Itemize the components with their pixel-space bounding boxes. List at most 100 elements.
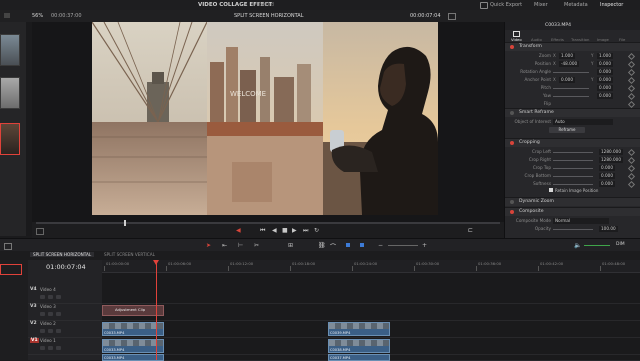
crop-value[interactable]: 0.000 bbox=[599, 181, 615, 187]
smart-reframe-section-header[interactable]: Smart Reframe bbox=[505, 108, 640, 117]
track-visibility-icon[interactable] bbox=[48, 329, 53, 333]
volume-icon[interactable]: 🔈 bbox=[574, 242, 581, 249]
snap-icon[interactable]: ⌒ bbox=[330, 242, 336, 251]
keyframe-icon[interactable] bbox=[627, 100, 636, 109]
export-icon[interactable] bbox=[480, 2, 488, 9]
match-frame-icon[interactable]: ⊏ bbox=[468, 227, 473, 234]
link-icon[interactable]: ⛓ bbox=[318, 242, 326, 249]
track-lock-icon[interactable] bbox=[40, 329, 45, 333]
media-thumbnail-selected[interactable] bbox=[0, 123, 20, 155]
crop-slider[interactable] bbox=[553, 152, 593, 153]
media-thumbnail[interactable] bbox=[0, 34, 20, 66]
play-icon[interactable]: ▶ bbox=[292, 227, 297, 234]
zoom-in-icon[interactable]: + bbox=[422, 242, 427, 249]
timeline-view-icon[interactable] bbox=[4, 243, 12, 250]
smart-reframe-enable-icon[interactable] bbox=[510, 111, 514, 115]
adjustment-clip[interactable]: Adjustment Clip bbox=[102, 305, 164, 316]
keyframe-icon[interactable] bbox=[627, 164, 636, 173]
track-visibility-icon[interactable] bbox=[48, 346, 53, 350]
keyframe-icon[interactable] bbox=[627, 148, 636, 157]
crop-slider[interactable] bbox=[553, 160, 593, 161]
timeline-ruler[interactable]: 01:00:00:00 01:00:06:00 01:00:12:00 01:00:1… bbox=[102, 260, 640, 273]
track-lock-icon[interactable] bbox=[40, 346, 45, 350]
keyframe-icon[interactable] bbox=[627, 92, 636, 101]
keyframe-icon[interactable] bbox=[627, 68, 636, 77]
transform-enable-icon[interactable] bbox=[510, 45, 514, 49]
loop-icon[interactable]: ↻ bbox=[314, 227, 319, 234]
keyframe-icon[interactable] bbox=[627, 156, 636, 165]
crop-slider[interactable] bbox=[553, 168, 593, 169]
composite-section-header[interactable]: Composite bbox=[505, 207, 640, 216]
opacity-value[interactable]: 100.00 bbox=[599, 226, 618, 232]
zoom-level[interactable]: 56% bbox=[32, 13, 43, 19]
dynamic-zoom-enable-icon[interactable] bbox=[510, 200, 514, 204]
crop-icon[interactable] bbox=[36, 228, 44, 235]
timeline-thumbnail-selected[interactable] bbox=[0, 264, 22, 275]
cropping-section-header[interactable]: Cropping bbox=[505, 138, 640, 147]
crop-value[interactable]: 0.000 bbox=[599, 173, 615, 179]
layout-icon[interactable] bbox=[4, 13, 10, 18]
metadata-button[interactable]: Metadata bbox=[564, 2, 588, 8]
track-visibility-icon[interactable] bbox=[48, 312, 53, 316]
reframe-button[interactable]: Reframe bbox=[549, 127, 585, 133]
transform-x-value[interactable]: 1.000 bbox=[559, 53, 575, 59]
crop-value[interactable]: 1280.000 bbox=[599, 149, 623, 155]
track-visibility-icon[interactable] bbox=[48, 295, 53, 299]
playhead-handle[interactable] bbox=[153, 260, 159, 265]
timeline-name-label[interactable]: SPLIT SCREEN HORIZONTAL bbox=[234, 13, 304, 19]
stop-icon[interactable]: ■ bbox=[282, 227, 288, 234]
go-end-icon[interactable]: ⏭ bbox=[303, 227, 308, 235]
trim-tool-icon[interactable]: ⇤ bbox=[222, 242, 227, 249]
tab-split-horizontal[interactable]: SPLIT SCREEN HORIZONTAL bbox=[30, 252, 95, 257]
timeline-area[interactable]: Adjustment Clip C0033.MP4 C0039.MP4 C0033.M… bbox=[102, 260, 640, 361]
track-lock-icon[interactable] bbox=[40, 312, 45, 316]
timeline-zoom-slider[interactable] bbox=[388, 245, 418, 246]
scrubber-playhead[interactable] bbox=[124, 220, 126, 226]
transform-x-value[interactable]: 0.000 bbox=[559, 77, 575, 83]
timeline-clip[interactable]: C0033.MP4 bbox=[102, 322, 164, 336]
media-thumbnail[interactable] bbox=[0, 77, 20, 109]
transform-y-value[interactable]: 0.000 bbox=[597, 77, 613, 83]
track-enable-icon[interactable] bbox=[56, 295, 61, 299]
crop-value[interactable]: 0.000 bbox=[599, 165, 615, 171]
track-enable-icon[interactable] bbox=[56, 329, 61, 333]
track-enable-icon[interactable] bbox=[56, 312, 61, 316]
keyframe-icon[interactable] bbox=[627, 172, 636, 181]
transform-slider[interactable] bbox=[553, 88, 589, 89]
dim-button[interactable]: DIM bbox=[616, 242, 625, 247]
mark-in-icon[interactable]: ◀ bbox=[236, 227, 241, 234]
retain-image-position-checkbox[interactable] bbox=[549, 188, 553, 192]
marker-icon[interactable] bbox=[360, 243, 364, 247]
timeline-clip[interactable]: C0039.MP4 bbox=[328, 322, 390, 336]
composite-enable-icon[interactable] bbox=[510, 210, 514, 214]
timeline-clip[interactable]: C0033.MP4 bbox=[102, 339, 164, 353]
keyframe-icon[interactable] bbox=[627, 60, 636, 69]
transform-y-value[interactable]: 0.000 bbox=[597, 69, 613, 75]
play-reverse-icon[interactable]: ◀ bbox=[272, 227, 277, 234]
transform-slider[interactable] bbox=[553, 72, 589, 73]
mixer-button[interactable]: Mixer bbox=[534, 2, 548, 8]
timeline-clip[interactable]: C0038.MP4 bbox=[328, 339, 390, 353]
zoom-out-icon[interactable]: − bbox=[378, 242, 383, 249]
opacity-slider[interactable] bbox=[553, 229, 593, 230]
transform-section-header[interactable]: Transform bbox=[505, 42, 640, 51]
transform-x-value[interactable]: -48.000 bbox=[559, 61, 580, 67]
keyframe-icon[interactable] bbox=[627, 52, 636, 61]
crop-slider[interactable] bbox=[553, 176, 593, 177]
flag-icon[interactable] bbox=[346, 243, 350, 247]
inspector-button[interactable]: Inspector bbox=[600, 2, 623, 8]
volume-slider[interactable] bbox=[584, 245, 610, 246]
keyframe-icon[interactable] bbox=[627, 180, 636, 189]
transform-y-value[interactable]: 1.000 bbox=[597, 53, 613, 59]
dynamic-zoom-section-header[interactable]: Dynamic Zoom bbox=[505, 197, 640, 206]
composite-mode-select[interactable]: Normal bbox=[553, 218, 609, 224]
track-lock-icon[interactable] bbox=[40, 295, 45, 299]
go-start-icon[interactable]: ⏮ bbox=[260, 227, 265, 235]
keyframe-icon[interactable] bbox=[627, 76, 636, 85]
selection-tool-icon[interactable]: ➤ bbox=[206, 242, 211, 249]
crop-value[interactable]: 1280.000 bbox=[599, 157, 623, 163]
keyframe-icon[interactable] bbox=[627, 84, 636, 93]
transform-y-value[interactable]: 0.000 bbox=[597, 93, 613, 99]
transform-y-value[interactable]: 0.000 bbox=[597, 85, 613, 91]
transform-y-value[interactable]: 0.000 bbox=[597, 61, 613, 67]
